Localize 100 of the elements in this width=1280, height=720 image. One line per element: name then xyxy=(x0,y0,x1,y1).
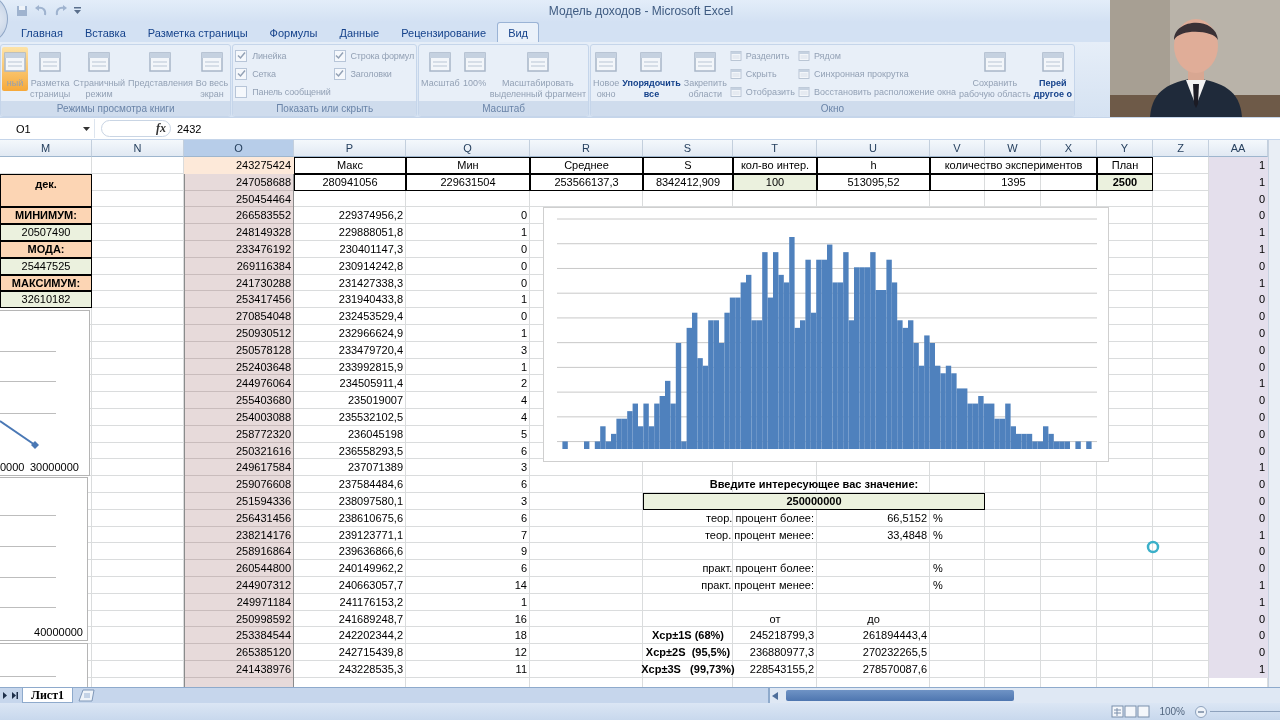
table-cell-text: 270232265,5 xyxy=(861,645,928,661)
ribbon-tab[interactable]: Данные xyxy=(328,22,391,42)
table-cell: кол-во интер. xyxy=(733,157,817,174)
table-cell: 8342412,909 xyxy=(643,173,733,191)
table-cell: h xyxy=(817,157,930,174)
table-cell-text: 241438976 xyxy=(234,661,292,677)
undo-icon[interactable] xyxy=(34,5,48,17)
window-icon xyxy=(594,50,619,74)
table-cell: 243275424 xyxy=(184,157,294,174)
table-cell-text: 238097580,1 xyxy=(337,493,404,509)
table-cell-text: 253384544 xyxy=(234,628,292,644)
table-cell-text: 259076608 xyxy=(234,477,292,493)
table-cell-text: от xyxy=(768,611,782,627)
checkbox-label: Строка формул xyxy=(350,50,415,61)
window-icon xyxy=(462,50,487,74)
table-cell-text: 14 xyxy=(513,577,528,593)
table-cell-text: 269116384 xyxy=(235,258,292,274)
column-header[interactable]: P xyxy=(294,140,406,157)
column-header[interactable]: S xyxy=(643,140,733,157)
table-cell: 513095,52 xyxy=(817,173,930,191)
view-mode-icon[interactable] xyxy=(1111,705,1152,718)
window-icon xyxy=(428,50,453,74)
table-cell-text: 228543155,2 xyxy=(748,661,815,677)
ribbon-tab[interactable]: Вставка xyxy=(73,22,137,42)
table-cell-text: Xcp±1S (68%) xyxy=(650,628,726,644)
ribbon-tab[interactable]: Главная xyxy=(10,22,74,42)
table-cell-text: 66,5152 xyxy=(886,510,928,526)
table-cell-text: теор. процент более: xyxy=(705,510,815,526)
column-header[interactable]: T xyxy=(733,140,817,157)
table-cell-text: 4 xyxy=(519,393,528,409)
table-cell-text: 12 xyxy=(513,645,528,661)
caret-icon[interactable] xyxy=(74,7,81,15)
ribbon-tab[interactable]: Разметка страницы xyxy=(136,22,259,42)
table-cell-text: 237071389 xyxy=(346,460,404,476)
table-cell: 0 xyxy=(1209,644,1268,661)
zoom-out-icon[interactable] xyxy=(1195,705,1207,718)
vertical-scrollbar[interactable] xyxy=(1268,140,1280,687)
table-cell-text: 243228535,3 xyxy=(337,661,404,677)
ribbon-tab[interactable]: Рецензирование xyxy=(390,22,498,42)
table-cell-text: 11 xyxy=(514,661,528,677)
column-header[interactable]: M xyxy=(0,140,92,157)
new-sheet-icon[interactable] xyxy=(75,688,98,703)
table-cell-text: 0 xyxy=(519,258,528,274)
table-cell-text: 244907312 xyxy=(234,577,292,593)
name-box[interactable]: O1 xyxy=(0,119,95,138)
group-label: Окно xyxy=(591,101,1074,116)
table-cell-text: до xyxy=(866,611,881,627)
table-cell-text: 236558293,5 xyxy=(337,443,404,459)
table-cell-text: 232453529,4 xyxy=(337,309,404,325)
column-header[interactable]: V xyxy=(930,140,985,157)
window-icon xyxy=(200,50,224,74)
column-header[interactable]: W xyxy=(985,140,1041,157)
column-header[interactable]: AA xyxy=(1209,140,1268,157)
table-cell-text: 6 xyxy=(519,510,528,526)
table-cell-text: практ. процент более: xyxy=(701,561,815,577)
ribbon-tab[interactable]: Формулы xyxy=(258,22,329,42)
column-header[interactable]: O xyxy=(184,140,294,157)
column-header[interactable]: N xyxy=(92,140,184,157)
save-icon[interactable] xyxy=(16,5,28,17)
column-header[interactable]: U xyxy=(817,140,930,157)
table-cell-text: Введите интересующее вас значение: xyxy=(708,477,920,493)
table-cell-text: 4 xyxy=(519,409,528,425)
column-header[interactable]: Q xyxy=(406,140,530,157)
table-cell-text: 236045198 xyxy=(346,426,404,442)
column-header[interactable]: Z xyxy=(1153,140,1209,157)
table-cell-text: 270854048 xyxy=(234,309,292,325)
table-cell-text: 0 xyxy=(519,275,528,291)
formula-field[interactable]: 2432 xyxy=(177,122,202,135)
table-cell-text: 230401147,3 xyxy=(338,242,404,257)
group-label: Показать или скрыть xyxy=(233,101,417,116)
table-cell: S xyxy=(643,157,733,174)
function-button[interactable]: fx xyxy=(156,121,166,136)
column-header[interactable]: R xyxy=(530,140,643,157)
redo-icon[interactable] xyxy=(54,5,68,17)
table-cell-text: 0 xyxy=(519,242,528,257)
sheet-tab[interactable]: Лист1 xyxy=(22,688,74,703)
table-cell-text: 240663057,7 xyxy=(337,577,404,593)
horizontal-scrollbar[interactable] xyxy=(768,688,1280,703)
column-header[interactable]: X xyxy=(1041,140,1097,157)
window-icon xyxy=(693,50,718,74)
column-header[interactable]: Y xyxy=(1097,140,1153,157)
table-cell-text: 3 xyxy=(519,342,528,358)
ribbon-tab[interactable]: Вид xyxy=(497,22,540,42)
table-cell-text: 232966624,9 xyxy=(337,325,404,341)
table-cell-text: 235532102,5 xyxy=(337,409,404,425)
window-icon xyxy=(148,50,173,74)
table-cell: Макс xyxy=(294,157,406,174)
table-cell-text: Xcp±2S (95,5%) xyxy=(644,645,732,661)
ribbon-button[interactable]: Перей другое о xyxy=(1032,47,1073,101)
table-cell-text: 7 xyxy=(519,527,528,543)
histogram-bar xyxy=(584,441,590,449)
table-cell-text: 1 xyxy=(519,359,528,375)
table-cell-text: 250454464 xyxy=(234,191,292,207)
scroll-left-icon[interactable] xyxy=(772,691,778,700)
histogram-bar xyxy=(1086,441,1092,449)
table-cell-text: % xyxy=(932,510,944,526)
table-cell-text: 229374956,2 xyxy=(337,208,404,224)
table-cell: 20507490 xyxy=(0,224,92,241)
window-title: Модель доходов - Microsoft Excel xyxy=(547,4,735,18)
checkbox-label: Сетка xyxy=(252,68,276,79)
